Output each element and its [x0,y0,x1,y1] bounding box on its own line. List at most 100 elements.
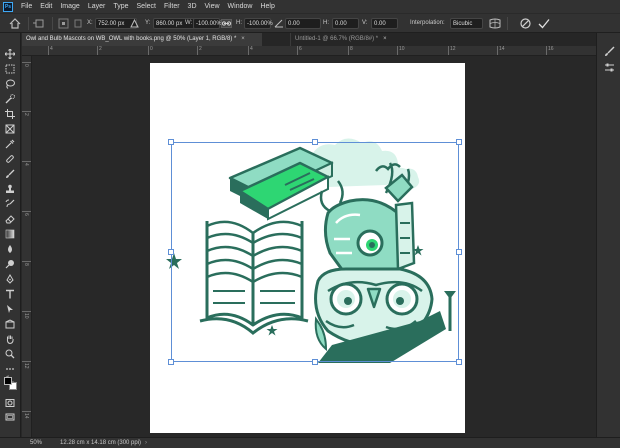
ruler-label: 14 [499,46,505,52]
transform-handle[interactable] [312,139,318,145]
cancel-transform-icon[interactable] [520,18,531,29]
eyedropper-icon [5,139,15,148]
eraser-icon [5,214,15,223]
menu-view[interactable]: View [201,0,224,13]
screen-mode-button[interactable] [3,410,17,423]
healing-brush-tool[interactable] [3,152,17,165]
close-tab-icon[interactable]: × [383,36,387,42]
transform-handle[interactable] [312,359,318,365]
commit-transform-icon[interactable] [538,18,550,29]
marquee-tool[interactable] [3,62,17,75]
ruler-label: 14 [23,413,29,419]
transform-handle[interactable] [456,139,462,145]
quick-selection-tool[interactable] [3,92,17,105]
width-field[interactable]: -100.00% [193,18,222,29]
rotate-angle-field[interactable]: 0.00 [285,18,321,29]
menu-window[interactable]: Window [224,0,257,13]
ruler-label: 12 [450,46,456,52]
ruler-label: 6 [299,46,302,52]
transform-tool-icon[interactable] [33,18,45,29]
document-tabs: Owl and Bulb Mascots on WB_OWL with book… [22,33,596,46]
menu-type[interactable]: Type [109,0,132,13]
marquee-icon [5,64,15,73]
adjustments-button[interactable] [602,61,616,73]
tab-owl-mascots[interactable]: Owl and Bulb Mascots on WB_OWL with book… [22,33,262,46]
status-bar: 50% 12.28 cm x 14.18 cm (300 ppi) › [0,437,620,448]
droplet-icon [8,244,12,253]
ruler-label: 4 [23,163,29,166]
transform-bounding-box[interactable] [171,142,459,362]
menu-layer[interactable]: Layer [84,0,110,13]
x-label: X: [87,20,93,26]
clone-stamp-tool[interactable] [3,182,17,195]
menu-filter[interactable]: Filter [160,0,184,13]
warp-mode-icon[interactable] [489,18,501,29]
ruler-label: 2 [99,46,102,52]
height-field[interactable]: -100.00% [244,18,273,29]
horizontal-skew-label: H: [323,20,329,26]
shape-tool[interactable] [3,317,17,330]
quick-mask-button[interactable] [3,396,17,409]
reference-point-icon[interactable] [58,18,69,29]
reference-toggle-icon[interactable] [74,19,82,28]
transform-handle[interactable] [168,249,174,255]
blur-tool[interactable] [3,242,17,255]
ruler-label: 4 [250,46,253,52]
ruler-label: 0 [150,46,153,52]
home-icon[interactable] [9,18,21,29]
ruler-label: 6 [23,213,29,216]
transform-handle[interactable] [168,139,174,145]
menu-help[interactable]: Help [256,0,278,13]
hand-tool[interactable] [3,332,17,345]
zoom-tool[interactable] [3,347,17,360]
quick-selection-icon [5,93,15,103]
ruler-label: 12 [23,363,29,369]
link-proportions-icon[interactable] [221,19,232,28]
y-label: Y: [145,20,151,26]
frame-tool[interactable] [3,122,17,135]
brush-settings-button[interactable] [602,45,616,57]
horizontal-skew-field[interactable]: 0.00 [332,18,359,29]
frame-icon [5,124,15,133]
interpolation-select[interactable]: Bicubic [450,18,483,29]
menu-3d[interactable]: 3D [184,0,201,13]
status-menu-arrow-icon[interactable]: › [145,438,147,448]
crop-tool[interactable] [3,107,17,120]
relative-positioning-icon[interactable] [130,19,139,28]
menu-file[interactable]: File [17,0,36,13]
vertical-skew-field[interactable]: 0.00 [371,18,398,29]
color-swatches[interactable] [4,376,18,392]
ruler-label: 0 [23,64,29,67]
horizontal-ruler: 4 2 0 2 4 6 8 10 12 14 16 [22,46,596,56]
document-info[interactable]: 12.28 cm x 14.18 cm (300 ppi) [60,438,141,448]
transform-handle[interactable] [456,249,462,255]
dodge-tool[interactable] [3,257,17,270]
lasso-tool[interactable] [3,77,17,90]
menu-edit[interactable]: Edit [36,0,56,13]
lasso-icon [6,79,15,89]
history-brush-tool[interactable] [3,197,17,210]
path-selection-tool[interactable] [3,302,17,315]
menu-select[interactable]: Select [133,0,160,13]
close-tab-icon[interactable]: × [241,36,245,42]
ruler-label: 10 [23,313,29,319]
sliders-icon [604,63,614,71]
transform-handle[interactable] [168,359,174,365]
type-tool[interactable] [3,287,17,300]
brush-tool[interactable] [3,167,17,180]
vertical-ruler: 0 2 4 6 8 10 12 14 [22,56,32,437]
eyedropper-tool[interactable] [3,137,17,150]
foreground-color-swatch[interactable] [4,377,12,385]
document-canvas[interactable] [150,63,465,433]
move-tool[interactable] [3,47,17,60]
menu-image[interactable]: Image [56,0,83,13]
transform-handle[interactable] [456,359,462,365]
gradient-tool[interactable] [3,227,17,240]
photoshop-window: Ps File Edit Image Layer Type Select Fil… [0,0,620,448]
pen-tool[interactable] [3,272,17,285]
zoom-level[interactable]: 50% [30,438,42,448]
gradient-icon [5,229,15,238]
quick-mask-icon [5,398,15,407]
eraser-tool[interactable] [3,212,17,225]
tab-untitled-1[interactable]: Untitled-1 @ 66.7% (RGB/8#) * × [290,33,396,46]
